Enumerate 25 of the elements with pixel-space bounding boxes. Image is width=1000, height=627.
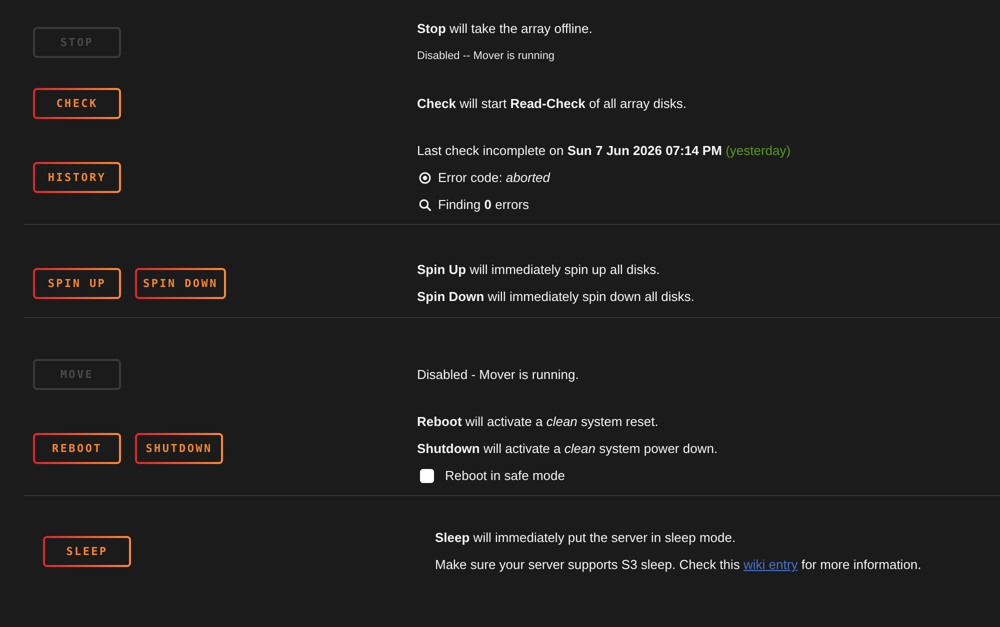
wiki-link[interactable]: wiki entry xyxy=(744,557,798,572)
action-button[interactable]: SPIN UP xyxy=(33,268,121,298)
action-button[interactable]: HISTORY xyxy=(33,162,121,193)
action-button[interactable]: SPIN DOWN xyxy=(135,268,226,298)
checkbox-label[interactable]: Reboot in safe mode xyxy=(445,462,565,489)
description-text: Stop will take the array offline. xyxy=(417,20,594,38)
action-button[interactable]: REBOOT xyxy=(33,433,121,464)
action-button[interactable]: CHECK xyxy=(33,88,121,119)
description-text: Spin Up will immediately spin up all disks. xyxy=(417,261,661,279)
finding-text: Finding 0 errors xyxy=(438,196,530,214)
description-text: Spin Down will immediately spin down all disks. xyxy=(417,288,696,306)
status-note: Disabled -- Mover is running xyxy=(417,49,556,64)
description-text: Make sure your server supports S3 sleep. Check this wiki entry for more information. xyxy=(435,556,922,574)
action-button[interactable]: SHUTDOWN xyxy=(135,433,223,464)
description-text: Shutdown will activate a clean system power down. xyxy=(417,440,719,458)
description-text: Reboot will activate a clean system reset. xyxy=(417,413,660,431)
action-button[interactable]: SLEEP xyxy=(43,536,131,566)
description-text: Check will start Read-Check of all array disks. xyxy=(417,95,688,113)
checkbox[interactable] xyxy=(420,468,434,482)
description-text: Sleep will immediately put the server in sleep mode. xyxy=(435,529,737,547)
description-text: Disabled - Mover is running. xyxy=(417,366,580,384)
last-check-text: Last check incomplete on Sun 7 Jun 2026 07:14 PM (yesterday) xyxy=(417,142,792,160)
error-code-text: Error code: aborted xyxy=(438,169,550,187)
search-icon xyxy=(419,198,431,210)
target-icon xyxy=(419,172,431,184)
